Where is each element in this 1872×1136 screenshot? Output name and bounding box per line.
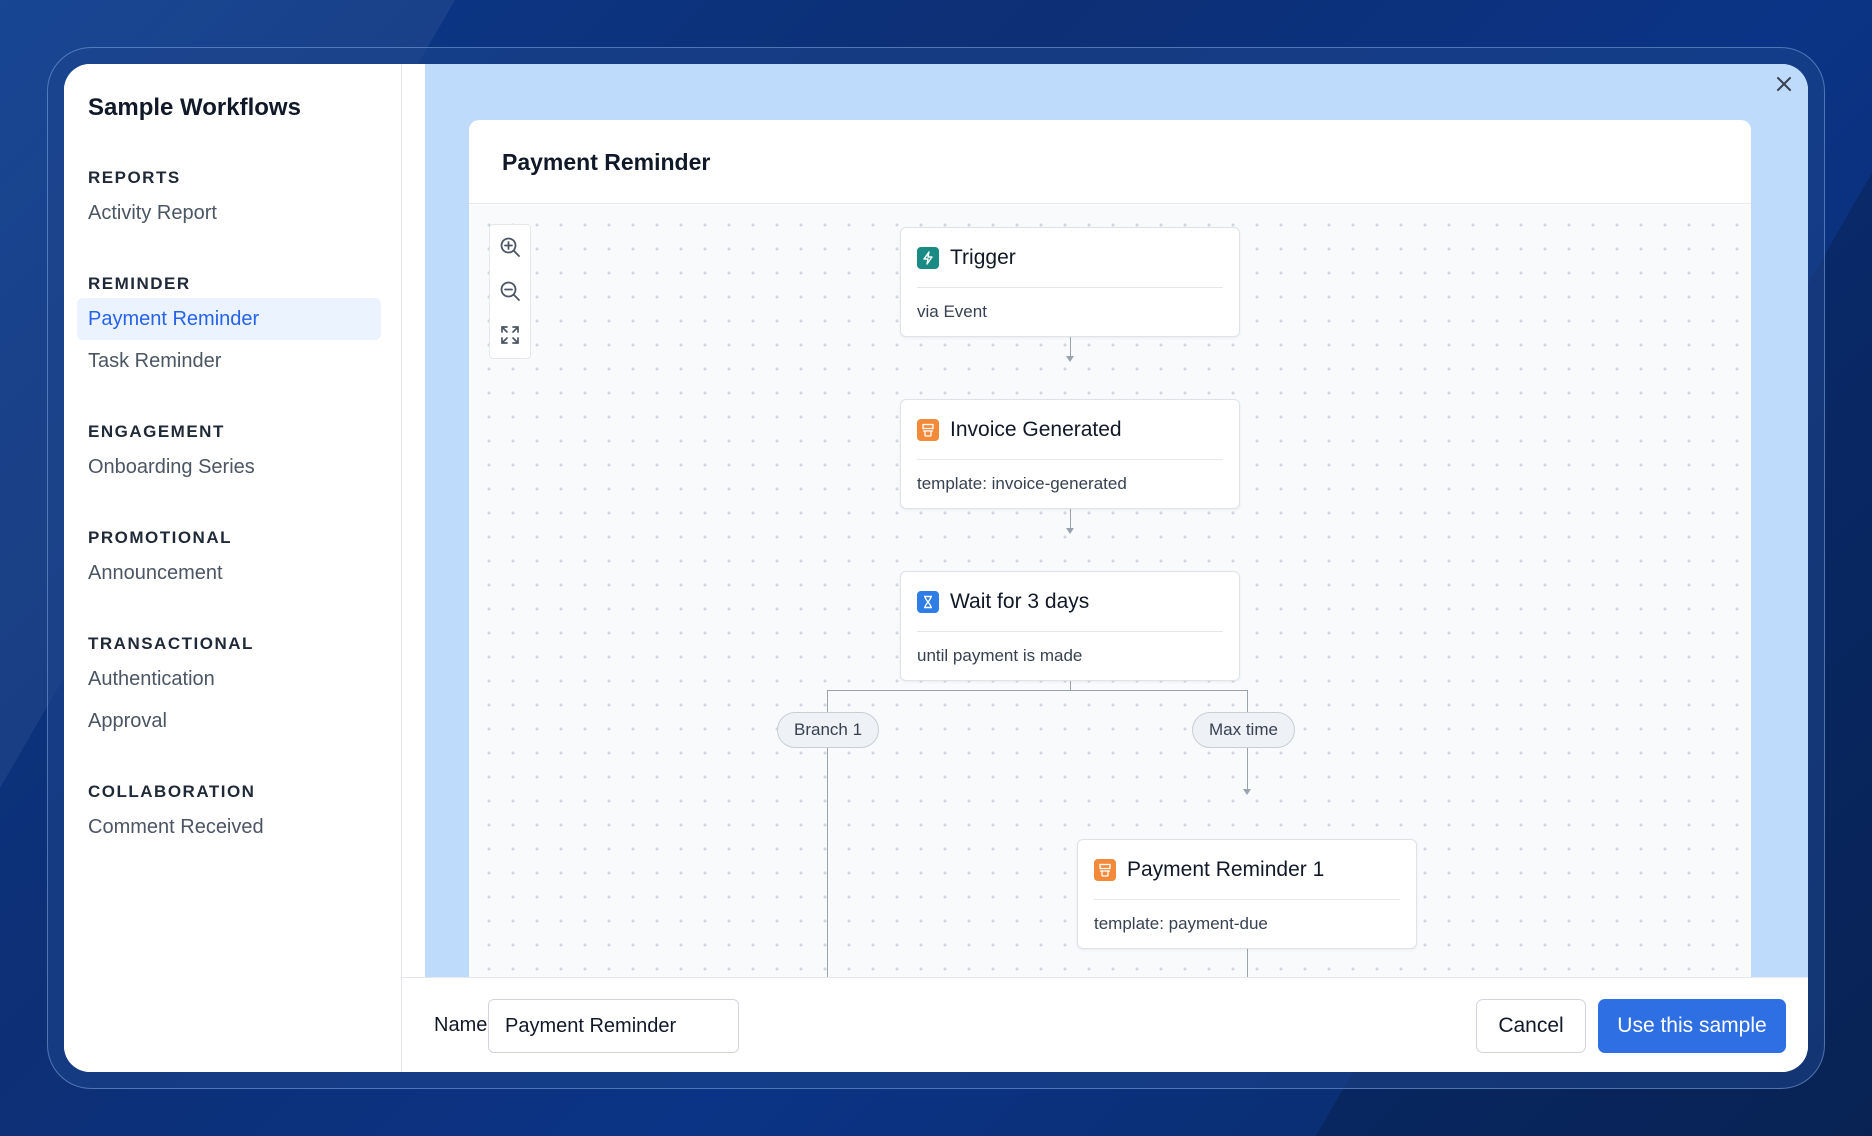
node-subtitle: template: payment-due bbox=[1094, 914, 1268, 933]
branch-pill-branch-1[interactable]: Branch 1 bbox=[777, 712, 880, 748]
close-icon[interactable] bbox=[1770, 70, 1798, 98]
node-title: Payment Reminder 1 bbox=[1127, 857, 1325, 881]
zoom-in-icon[interactable] bbox=[490, 225, 530, 269]
sidebar-item-comment-received[interactable]: Comment Received bbox=[77, 806, 381, 848]
section-transactional: TRANSACTIONAL Authentication Approval bbox=[88, 630, 377, 742]
branch-pill-max-time[interactable]: Max time bbox=[1192, 712, 1295, 748]
sidebar-item-announcement[interactable]: Announcement bbox=[77, 552, 381, 594]
zoom-out-icon[interactable] bbox=[490, 269, 530, 313]
node-subtitle: template: invoice-generated bbox=[917, 474, 1127, 493]
branch-split-line bbox=[827, 690, 1248, 691]
node-subtitle: via Event bbox=[917, 302, 987, 321]
connector-line bbox=[827, 690, 828, 712]
section-heading: REPORTS bbox=[88, 168, 181, 187]
section-heading: ENGAGEMENT bbox=[88, 422, 225, 441]
connector-line bbox=[827, 748, 828, 977]
section-engagement: ENGAGEMENT Onboarding Series bbox=[88, 418, 377, 488]
node-title: Wait for 3 days bbox=[950, 589, 1090, 613]
sidebar-title: Sample Workflows bbox=[88, 94, 301, 121]
sidebar-item-approval[interactable]: Approval bbox=[77, 700, 381, 742]
connector-line bbox=[1247, 690, 1248, 712]
connector-line bbox=[1247, 949, 1248, 977]
modal-footer: Name Cancel Use this sample bbox=[402, 977, 1808, 1072]
card-title: Payment Reminder bbox=[469, 120, 1751, 204]
section-heading: COLLABORATION bbox=[88, 782, 256, 801]
section-collaboration: COLLABORATION Comment Received bbox=[88, 778, 377, 848]
sidebar-item-task-reminder[interactable]: Task Reminder bbox=[77, 340, 381, 382]
email-template-icon bbox=[1094, 858, 1116, 881]
connector-arrow bbox=[1066, 528, 1074, 534]
connector-line bbox=[1247, 748, 1248, 793]
preview-area: Payment Reminder Trigger via Event Invoi… bbox=[425, 64, 1808, 977]
section-heading: PROMOTIONAL bbox=[88, 528, 232, 547]
node-wait[interactable]: Wait for 3 days until payment is made bbox=[900, 571, 1240, 681]
workflow-preview-card: Payment Reminder Trigger via Event Invoi… bbox=[469, 120, 1751, 977]
cancel-button[interactable]: Cancel bbox=[1476, 999, 1586, 1053]
fit-view-icon[interactable] bbox=[490, 313, 530, 357]
workflow-canvas[interactable]: Trigger via Event Invoice Generated temp… bbox=[469, 205, 1751, 977]
connector-arrow bbox=[1066, 356, 1074, 362]
section-promotional: PROMOTIONAL Announcement bbox=[88, 524, 377, 594]
name-label: Name bbox=[434, 1014, 488, 1036]
node-trigger[interactable]: Trigger via Event bbox=[900, 227, 1240, 337]
zoom-controls bbox=[489, 224, 531, 359]
section-reports: REPORTS Activity Report bbox=[88, 164, 377, 234]
email-template-icon bbox=[917, 418, 939, 441]
bolt-icon bbox=[917, 246, 939, 269]
section-heading: REMINDER bbox=[88, 274, 191, 293]
sidebar-item-activity-report[interactable]: Activity Report bbox=[77, 192, 381, 234]
node-title: Invoice Generated bbox=[950, 417, 1122, 441]
node-payment-reminder-1[interactable]: Payment Reminder 1 template: payment-due bbox=[1077, 839, 1417, 949]
section-reminder: REMINDER Payment Reminder Task Reminder bbox=[77, 270, 381, 382]
hourglass-icon bbox=[917, 590, 939, 613]
node-title: Trigger bbox=[950, 245, 1016, 269]
connector-arrow bbox=[1243, 789, 1251, 795]
sidebar-item-authentication[interactable]: Authentication bbox=[77, 658, 381, 700]
sample-workflows-modal: Sample Workflows REPORTS Activity Report… bbox=[64, 64, 1808, 1072]
use-this-sample-button[interactable]: Use this sample bbox=[1598, 999, 1786, 1053]
sidebar: Sample Workflows REPORTS Activity Report… bbox=[64, 64, 402, 1072]
node-subtitle: until payment is made bbox=[917, 646, 1083, 665]
section-heading: TRANSACTIONAL bbox=[88, 634, 254, 653]
sidebar-item-onboarding-series[interactable]: Onboarding Series bbox=[77, 446, 381, 488]
name-input[interactable] bbox=[488, 999, 739, 1053]
node-invoice-generated[interactable]: Invoice Generated template: invoice-gene… bbox=[900, 399, 1240, 509]
sidebar-item-payment-reminder[interactable]: Payment Reminder bbox=[77, 298, 381, 340]
